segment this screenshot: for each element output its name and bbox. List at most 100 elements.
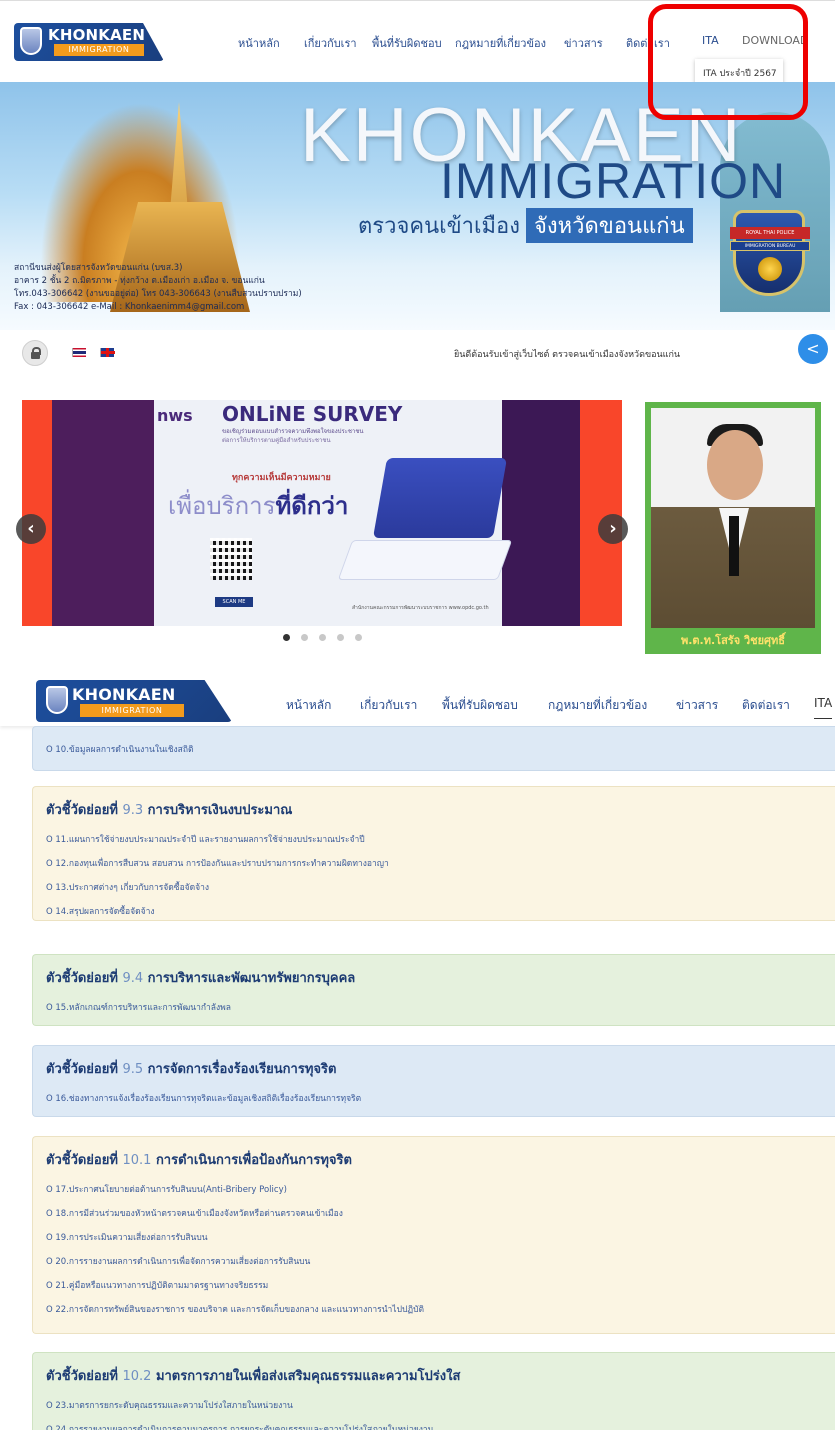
ita-section-9-3: ตัวชี้วัดย่อยที่ 9.3 การบริหารเงินงบประม… — [32, 786, 835, 921]
heading-number: 10.2 — [122, 1369, 152, 1384]
highlight-annotation — [648, 4, 808, 120]
badge-ribbon: ROYAL THAI POLICE — [730, 227, 810, 239]
ita-item-link[interactable]: O 10.ข้อมูลผลการดำเนินงานในเชิงสถิติ — [46, 742, 194, 756]
laptop-screen — [372, 458, 508, 538]
survey-subtitle-2: ต่อการให้บริการตามคู่มือสำหรับประชาชน — [222, 437, 331, 444]
badge-ribbon-2: IMMIGRATION BUREAU — [730, 241, 810, 251]
slider-dot[interactable] — [355, 634, 362, 641]
main-menu: หน้าหลัก เกี่ยวกับเรา พื้นที่รับผิดชอบ ก… — [0, 696, 835, 719]
nav-item-about[interactable]: เกี่ยวกับเรา — [360, 696, 417, 715]
heading-title: การดำเนินการเพื่อป้องกันการทุจริต — [155, 1153, 352, 1168]
banner-thai-title: ตรวจคนเข้าเมือง จังหวัดขอนแก่น — [358, 208, 693, 243]
slider-dot[interactable] — [337, 634, 344, 641]
ita-item-link[interactable]: O 12.กองทุนเพื่อการสืบสวน สอบสวน การป้อง… — [46, 856, 389, 870]
top-navbar-sticky: KHONKAEN IMMIGRATION หน้าหลัก เกี่ยวกับเ… — [0, 662, 835, 726]
photo-head — [707, 430, 763, 500]
ita-item-link[interactable]: O 23.มาตรการยกระดับคุณธรรมและความโปร่งใส… — [46, 1398, 293, 1412]
police-badge-emblem: ROYAL THAI POLICE IMMIGRATION BUREAU — [730, 210, 810, 296]
image-slider[interactable]: nws ONLiNE SURVEY ขอเชิญร่วมตอบแบบสำรวจค… — [22, 400, 622, 626]
section-heading: ตัวชี้วัดย่อยที่ 9.4 การบริหารและพัฒนาทร… — [46, 967, 355, 988]
ita-item-link[interactable]: O 11.แผนการใช้จ่ายงบประมาณประจำปี และราย… — [46, 832, 365, 846]
ita-item-link[interactable]: O 22.การจัดการทรัพย์สินของราชการ ของบริจ… — [46, 1302, 424, 1316]
section-heading: ตัวชี้วัดย่อยที่ 9.3 การบริหารเงินงบประม… — [46, 799, 292, 820]
ita-item-link[interactable]: O 24.การรายงานผลการดำเนินการตามมาตรการ ก… — [46, 1422, 433, 1430]
welcome-marquee: ยินดีต้อนรับเข้าสู่เว็บไซต์ ตรวจคนเข้าเม… — [454, 350, 681, 360]
heading-number: 10.1 — [122, 1153, 152, 1168]
ita-item-link[interactable]: O 18.การมีส่วนร่วมของหัวหน้าตรวจคนเข้าเม… — [46, 1206, 343, 1220]
scan-me-label: SCAN ME — [215, 597, 253, 607]
ita-item-link[interactable]: O 15.หลักเกณฑ์การบริหารและการพัฒนากำลังพ… — [46, 1000, 231, 1014]
heading-prefix: ตัวชี้วัดย่อยที่ — [46, 1062, 118, 1077]
survey-slogan-b: ที่ดีกว่า — [275, 492, 349, 520]
commander-portrait: พ.ต.ท.โสรัจ วิชยศุทธิ์ — [645, 402, 821, 654]
photo-tie — [729, 516, 739, 576]
heading-title: การบริหารเงินงบประมาณ — [147, 803, 293, 818]
heading-title: การจัดการเรื่องร้องเรียนการทุจริต — [147, 1062, 337, 1077]
office-address: สถานีขนส่งผู้โดยสารจังหวัดขอนแก่น (บขส.3… — [14, 262, 302, 314]
slider-prev-button[interactable]: ‹ — [16, 514, 46, 544]
heading-title: มาตรการภายในเพื่อส่งเสริมคุณธรรมและความโ… — [155, 1369, 461, 1384]
thai-flag-icon[interactable] — [72, 348, 86, 357]
survey-slogan-a: เพื่อบริการ — [168, 492, 276, 520]
section-heading: ตัวชี้วัดย่อยที่ 10.2 มาตรการภายในเพื่อส… — [46, 1365, 460, 1386]
ita-item-link[interactable]: O 16.ช่องทางการแจ้งเรื่องร้องเรียนการทุจ… — [46, 1091, 361, 1105]
heading-prefix: ตัวชี้วัดย่อยที่ — [46, 803, 118, 818]
slider-dot[interactable] — [283, 634, 290, 641]
laptop-illustration — [337, 448, 513, 608]
laptop-base — [337, 540, 513, 580]
address-line: Fax : 043-306642 e-Mail : Khonkaenimm4@g… — [14, 302, 245, 312]
ita-item-link[interactable]: O 14.สรุปผลการจัดซื้อจัดจ้าง — [46, 904, 155, 918]
nav-item-news[interactable]: ข่าวสาร — [564, 34, 603, 52]
nav-item-area[interactable]: พื้นที่รับผิดชอบ — [442, 696, 518, 715]
address-line: โทร.043-306642 (งานขออยู่ต่อ) โทร 043-30… — [14, 289, 302, 299]
ita-section-9-2: O 10.ข้อมูลผลการดำเนินงานในเชิงสถิติ — [32, 726, 835, 771]
heading-prefix: ตัวชี้วัดย่อยที่ — [46, 1369, 118, 1384]
ita-section-9-5: ตัวชี้วัดย่อยที่ 9.5 การจัดการเรื่องร้อง… — [32, 1045, 835, 1117]
utility-bar: ยินดีต้อนรับเข้าสู่เว็บไซต์ ตรวจคนเข้าเม… — [0, 330, 835, 376]
heading-number: 9.3 — [122, 803, 144, 818]
share-icon[interactable]: < — [798, 334, 828, 364]
nav-item-about[interactable]: เกี่ยวกับเรา — [304, 34, 357, 52]
slider-dot[interactable] — [301, 634, 308, 641]
ita-item-link[interactable]: O 20.การรายงานผลการดำเนินการเพื่อจัดการค… — [46, 1254, 310, 1268]
heading-prefix: ตัวชี้วัดย่อยที่ — [46, 1153, 118, 1168]
homepage-screenshot: KHONKAEN IMMIGRATION หน้าหลัก เกี่ยวกับเ… — [0, 0, 835, 655]
nav-item-contact[interactable]: ติดต่อเรา — [742, 696, 790, 715]
uk-flag-icon[interactable] — [100, 348, 115, 357]
ita-item-link[interactable]: O 21.คู่มือหรือแนวทางการปฏิบัติตามมาตรฐา… — [46, 1278, 268, 1292]
commander-name: พ.ต.ท.โสรัจ วิชยศุทธิ์ — [680, 634, 786, 647]
ita-section-9-4: ตัวชี้วัดย่อยที่ 9.4 การบริหารและพัฒนาทร… — [32, 954, 835, 1026]
emblem-icon — [758, 257, 782, 281]
slider-next-button[interactable]: › — [598, 514, 628, 544]
ita-item-link[interactable]: O 13.ประกาศต่างๆ เกี่ยวกับการจัดซื้อจัดจ… — [46, 880, 209, 894]
nav-item-home[interactable]: หน้าหลัก — [286, 696, 331, 715]
nav-item-laws[interactable]: กฎหมายที่เกี่ยวข้อง — [548, 696, 647, 715]
commander-photo — [651, 408, 815, 628]
lock-icon[interactable] — [22, 340, 48, 366]
banner-thai-title-a: ตรวจคนเข้าเมือง — [358, 214, 520, 239]
heading-number: 9.5 — [122, 1062, 144, 1077]
ita-section-10-1: ตัวชี้วัดย่อยที่ 10.1 การดำเนินการเพื่อป… — [32, 1136, 835, 1334]
heading-number: 9.4 — [122, 971, 144, 986]
nav-item-news[interactable]: ข่าวสาร — [676, 696, 718, 715]
ita-section-10-2: ตัวชี้วัดย่อยที่ 10.2 มาตรการภายในเพื่อส… — [32, 1352, 835, 1430]
nws-logo: nws — [157, 406, 193, 425]
slider-dot[interactable] — [319, 634, 326, 641]
heading-prefix: ตัวชี้วัดย่อยที่ — [46, 971, 118, 986]
banner-thai-title-b: จังหวัดขอนแก่น — [526, 208, 693, 243]
ita-item-link[interactable]: O 17.ประกาศนโยบายต่อต้านการรับสินบน(Anti… — [46, 1182, 287, 1196]
survey-credit: สำนักงานคณะกรรมการพัฒนาระบบราชการ www.op… — [352, 605, 489, 611]
section-heading: ตัวชี้วัดย่อยที่ 10.1 การดำเนินการเพื่อป… — [46, 1149, 352, 1170]
ita-item-link[interactable]: O 19.การประเมินความเสี่ยงต่อการรับสินบน — [46, 1230, 208, 1244]
banner-headline-immigration: IMMIGRATION — [440, 153, 787, 209]
nav-item-home[interactable]: หน้าหลัก — [238, 34, 280, 52]
nav-item-laws[interactable]: กฎหมายที่เกี่ยวข้อง — [455, 34, 546, 52]
nav-item-area[interactable]: พื้นที่รับผิดชอบ — [372, 34, 442, 52]
address-line: อาคาร 2 ชั้น 2 ถ.มิตรภาพ - ทุ่งกว้าง ต.เ… — [14, 276, 265, 286]
survey-claim: ทุกความเห็นมีความหมาย — [232, 473, 331, 483]
nav-item-ita[interactable]: ITA — [814, 696, 833, 719]
address-line: สถานีขนส่งผู้โดยสารจังหวัดขอนแก่น (บขส.3… — [14, 263, 183, 273]
survey-title: ONLiNE SURVEY — [222, 402, 403, 426]
heading-title: การบริหารและพัฒนาทรัพยากรบุคคล — [147, 971, 356, 986]
qr-code-overlay — [210, 538, 252, 580]
